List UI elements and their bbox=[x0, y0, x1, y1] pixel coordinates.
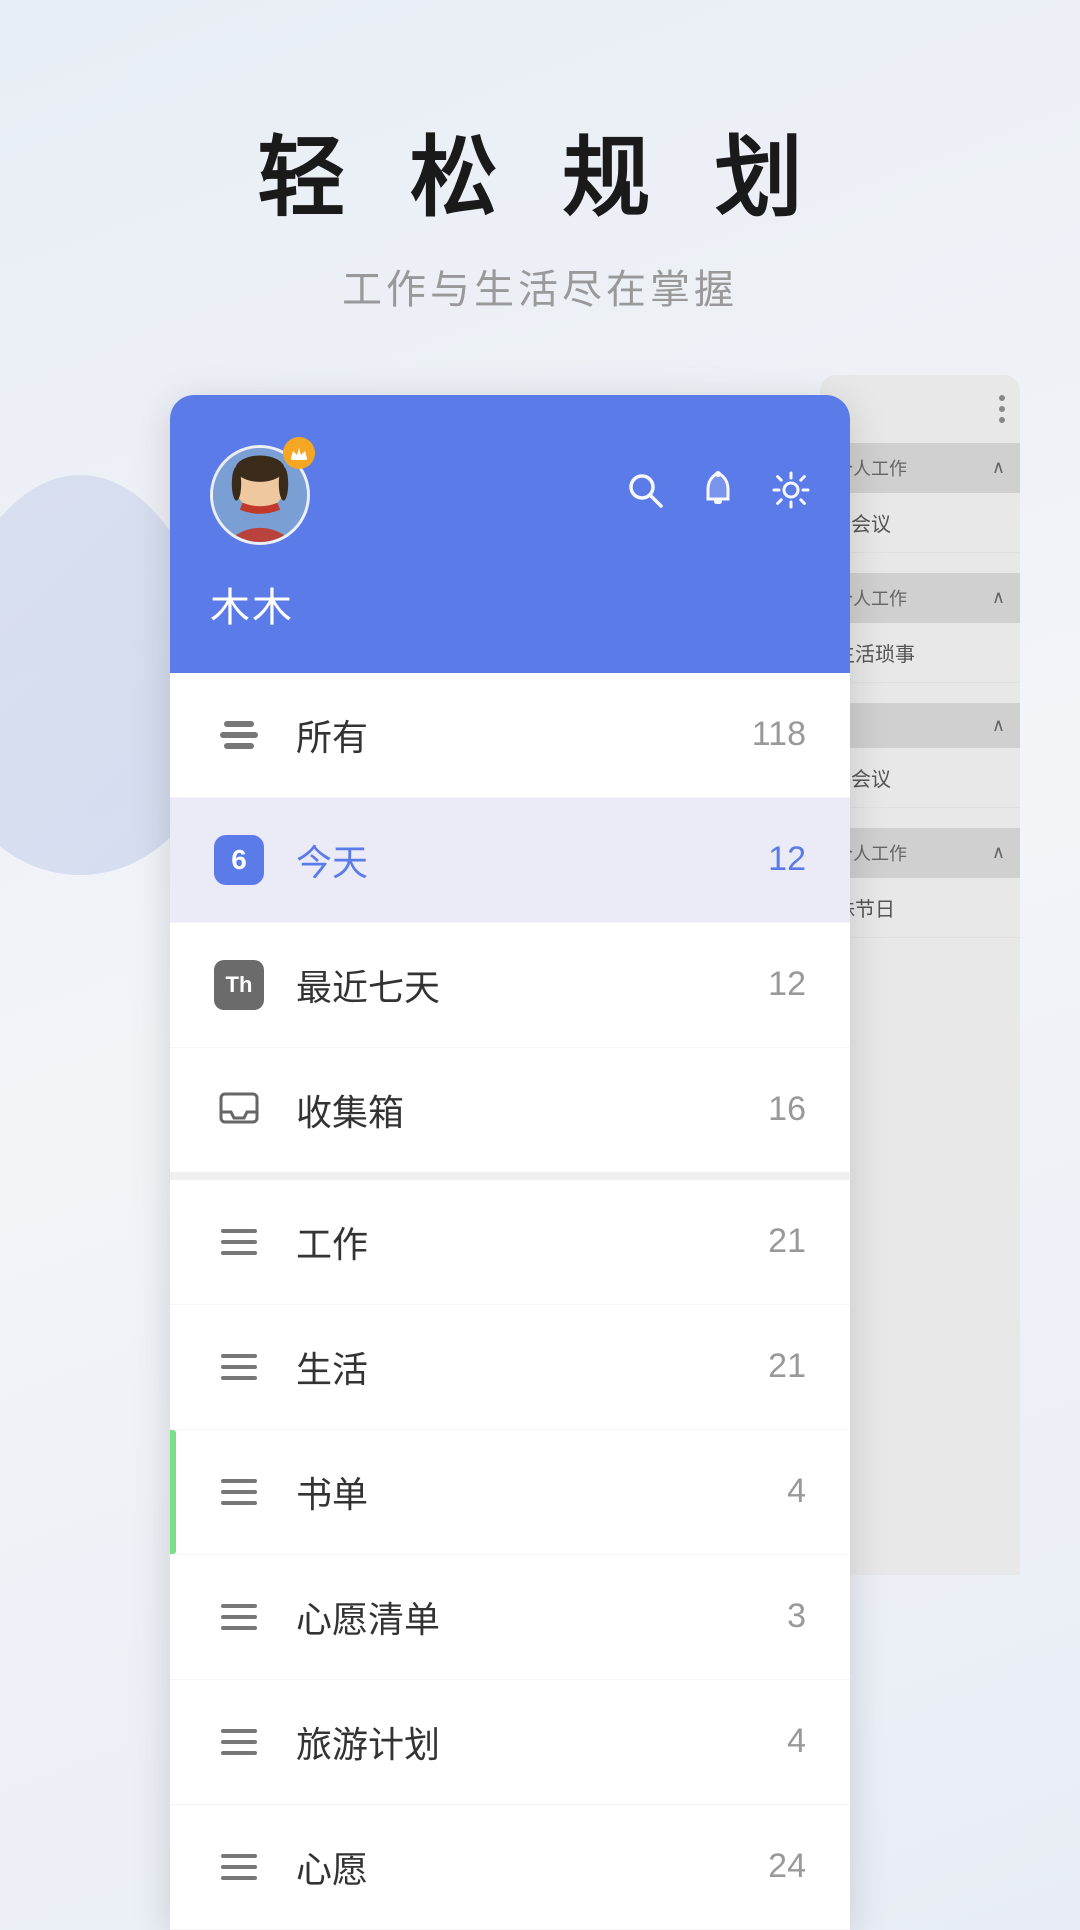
count-mind: 24 bbox=[768, 1847, 806, 1886]
menu-item-travel[interactable]: 旅游计划 4 bbox=[170, 1680, 850, 1805]
right-panel-section-2: 个人工作 ∧ 生活琐事 bbox=[820, 563, 1020, 693]
username: 木木 bbox=[210, 575, 810, 633]
count-books: 4 bbox=[787, 1472, 806, 1511]
rp-row-holiday: 殊节日 bbox=[820, 878, 1020, 938]
count-life: 21 bbox=[768, 1347, 806, 1386]
header-top bbox=[210, 445, 810, 545]
label-today: 今天 bbox=[296, 834, 768, 886]
right-panel-section-1: 个人工作 ∧ 会议 bbox=[820, 433, 1020, 563]
label-work: 工作 bbox=[296, 1216, 768, 1268]
stack-icon-all bbox=[214, 710, 264, 760]
count-travel: 4 bbox=[787, 1722, 806, 1761]
bell-icon[interactable] bbox=[700, 471, 736, 519]
menu-item-week[interactable]: Th 最近七天 12 bbox=[170, 923, 850, 1048]
avatar-wrapper[interactable] bbox=[210, 445, 310, 545]
crown-badge bbox=[283, 437, 315, 469]
hero-subtitle: 工作与生活尽在掌握 bbox=[257, 257, 822, 315]
right-panel-header bbox=[820, 375, 1020, 433]
menu-list: 所有 118 6 今天 12 Th 最近七天 12 bbox=[170, 673, 850, 1930]
menu-item-books[interactable]: 书单 4 bbox=[170, 1430, 850, 1555]
label-inbox: 收集箱 bbox=[296, 1084, 768, 1136]
inbox-icon bbox=[214, 1085, 264, 1135]
menu-item-inbox[interactable]: 收集箱 16 bbox=[170, 1048, 850, 1180]
menu-item-all[interactable]: 所有 118 bbox=[170, 673, 850, 798]
label-week: 最近七天 bbox=[296, 959, 768, 1011]
lines-icon-wishes bbox=[214, 1592, 264, 1642]
search-icon[interactable] bbox=[626, 471, 664, 519]
label-books: 书单 bbox=[296, 1466, 787, 1518]
mockup-area: 个人工作 ∧ 会议 个人工作 ∧ 生活琐事 ∧ bbox=[0, 375, 1080, 1930]
app-header: 木木 bbox=[170, 395, 850, 673]
calendar-today-icon: 6 bbox=[214, 835, 264, 885]
label-mind: 心愿 bbox=[296, 1841, 768, 1893]
header-icons bbox=[626, 471, 810, 519]
calendar-th-icon: Th bbox=[214, 960, 264, 1010]
left-accent-bar bbox=[170, 1430, 176, 1554]
hero-title: 轻 松 规 划 bbox=[257, 130, 822, 227]
menu-item-work[interactable]: 工作 21 bbox=[170, 1180, 850, 1305]
menu-item-wishes[interactable]: 心愿清单 3 bbox=[170, 1555, 850, 1680]
rp-section-header-4: 个人工作 ∧ bbox=[820, 828, 1020, 878]
rp-section-header-1: 个人工作 ∧ bbox=[820, 443, 1020, 493]
rp-row-life: 生活琐事 bbox=[820, 623, 1020, 683]
menu-item-today[interactable]: 6 今天 12 bbox=[170, 798, 850, 923]
count-today: 12 bbox=[768, 840, 806, 879]
rp-section-header-2: 个人工作 ∧ bbox=[820, 573, 1020, 623]
menu-item-mind[interactable]: 心愿 24 bbox=[170, 1805, 850, 1930]
more-options-icon[interactable] bbox=[999, 395, 1005, 423]
page-wrapper: 轻 松 规 划 工作与生活尽在掌握 个人工作 ∧ 会议 bbox=[0, 0, 1080, 1930]
rp-row-meeting-2: 会议 bbox=[820, 748, 1020, 808]
lines-icon-books bbox=[214, 1467, 264, 1517]
label-wishes: 心愿清单 bbox=[296, 1591, 787, 1643]
count-wishes: 3 bbox=[787, 1597, 806, 1636]
count-inbox: 16 bbox=[768, 1090, 806, 1129]
right-panel-section-4: 个人工作 ∧ 殊节日 bbox=[820, 818, 1020, 948]
label-all: 所有 bbox=[296, 709, 752, 761]
count-all: 118 bbox=[752, 715, 806, 754]
right-panel: 个人工作 ∧ 会议 个人工作 ∧ 生活琐事 ∧ bbox=[820, 375, 1020, 1575]
label-life: 生活 bbox=[296, 1341, 768, 1393]
rp-section-header-3: ∧ bbox=[820, 703, 1020, 748]
settings-icon[interactable] bbox=[772, 471, 810, 519]
app-panel: 木木 所有 118 bbox=[170, 395, 850, 1930]
menu-item-life[interactable]: 生活 21 bbox=[170, 1305, 850, 1430]
lines-icon-mind bbox=[214, 1842, 264, 1892]
count-work: 21 bbox=[768, 1222, 806, 1261]
rp-row-meeting-1: 会议 bbox=[820, 493, 1020, 553]
lines-icon-work bbox=[214, 1217, 264, 1267]
lines-icon-life bbox=[214, 1342, 264, 1392]
right-panel-section-3: ∧ 会议 bbox=[820, 693, 1020, 818]
label-travel: 旅游计划 bbox=[296, 1716, 787, 1768]
lines-icon-travel bbox=[214, 1717, 264, 1767]
hero-section: 轻 松 规 划 工作与生活尽在掌握 bbox=[257, 0, 822, 375]
count-week: 12 bbox=[768, 965, 806, 1004]
